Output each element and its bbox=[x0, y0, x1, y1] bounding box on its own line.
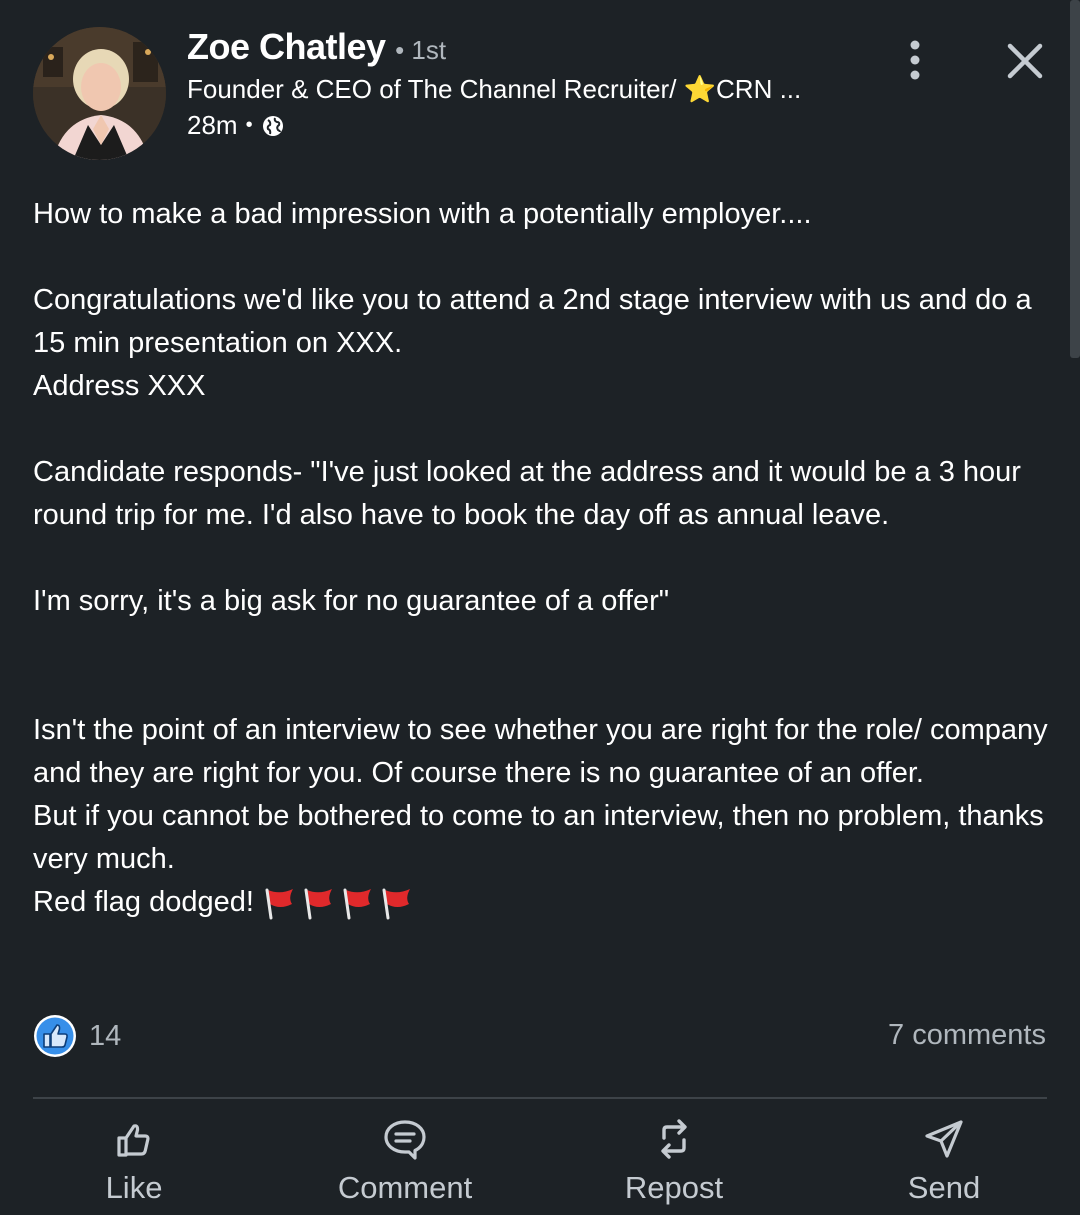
reaction-count: 14 bbox=[89, 1019, 122, 1052]
post-paragraph bbox=[33, 623, 1053, 666]
comments-count[interactable]: 7 comments bbox=[888, 1019, 1046, 1052]
meta-separator: • bbox=[245, 114, 253, 136]
divider bbox=[33, 1097, 1047, 1099]
thumbs-up-icon bbox=[117, 1124, 150, 1157]
globe-icon bbox=[262, 115, 283, 136]
red-flag-icon bbox=[304, 888, 332, 920]
post-last-line-text: Red flag dodged! bbox=[33, 886, 254, 918]
post-paragraph bbox=[33, 408, 1053, 451]
red-flag-icon bbox=[343, 888, 371, 920]
comment-icon bbox=[384, 1120, 426, 1160]
author-name-line[interactable]: Zoe Chatley • 1st bbox=[187, 26, 446, 68]
post-paragraph: How to make a bad impression with a pote… bbox=[33, 198, 812, 230]
author-headline: Founder & CEO of The Channel Recruiter/ … bbox=[187, 74, 802, 104]
reactions-summary[interactable]: 14 bbox=[33, 1014, 121, 1058]
send-button[interactable]: Send bbox=[844, 1110, 1044, 1210]
post-meta: 28m • bbox=[187, 110, 285, 141]
post-text: How to make a bad impression with a pote… bbox=[33, 193, 1053, 924]
author-avatar[interactable] bbox=[33, 27, 166, 160]
red-flags bbox=[262, 886, 413, 920]
close-icon bbox=[1007, 43, 1043, 79]
repost-icon bbox=[661, 1119, 687, 1159]
red-flag-icon bbox=[265, 888, 293, 920]
post-paragraph bbox=[33, 666, 1053, 709]
avatar-photo bbox=[33, 27, 166, 160]
post-detail-view: Zoe Chatley • 1st Founder & CEO of The C… bbox=[0, 0, 1080, 1215]
post-paragraph: Congratulations we'd like you to attend … bbox=[33, 284, 1040, 359]
red-flag-icon bbox=[382, 888, 410, 920]
repost-label: Repost bbox=[624, 1170, 724, 1205]
repost-button[interactable]: Repost bbox=[574, 1110, 774, 1210]
post-paragraph: Candidate responds- "I've just looked at… bbox=[33, 456, 1030, 531]
post-paragraph bbox=[33, 236, 1053, 279]
post-paragraph: I'm sorry, it's a big ask for no guarant… bbox=[33, 585, 670, 617]
author-name[interactable]: Zoe Chatley bbox=[187, 26, 386, 67]
scrollbar[interactable] bbox=[1070, 0, 1080, 358]
post-paragraph bbox=[33, 537, 1053, 580]
post-time: 28m bbox=[187, 110, 238, 140]
comment-button[interactable]: Comment bbox=[305, 1110, 505, 1210]
connection-degree: • 1st bbox=[395, 35, 447, 65]
post-last-line: Red flag dodged! bbox=[33, 881, 1053, 924]
close-button[interactable] bbox=[1004, 40, 1046, 82]
post-paragraph: Isn't the point of an interview to see w… bbox=[33, 714, 1056, 789]
more-vertical-icon bbox=[910, 40, 920, 80]
more-options-button[interactable] bbox=[898, 38, 932, 82]
like-button[interactable]: Like bbox=[34, 1110, 234, 1210]
comment-label: Comment bbox=[337, 1170, 473, 1205]
send-icon bbox=[925, 1120, 963, 1158]
action-bar: Like Comment Repost Send bbox=[0, 1110, 1080, 1215]
like-label: Like bbox=[105, 1170, 163, 1205]
post-paragraph: But if you cannot be bothered to come to… bbox=[33, 800, 1052, 875]
like-reaction-icon bbox=[34, 1015, 76, 1057]
send-label: Send bbox=[907, 1170, 981, 1205]
post-paragraph: Address XXX bbox=[33, 370, 206, 402]
